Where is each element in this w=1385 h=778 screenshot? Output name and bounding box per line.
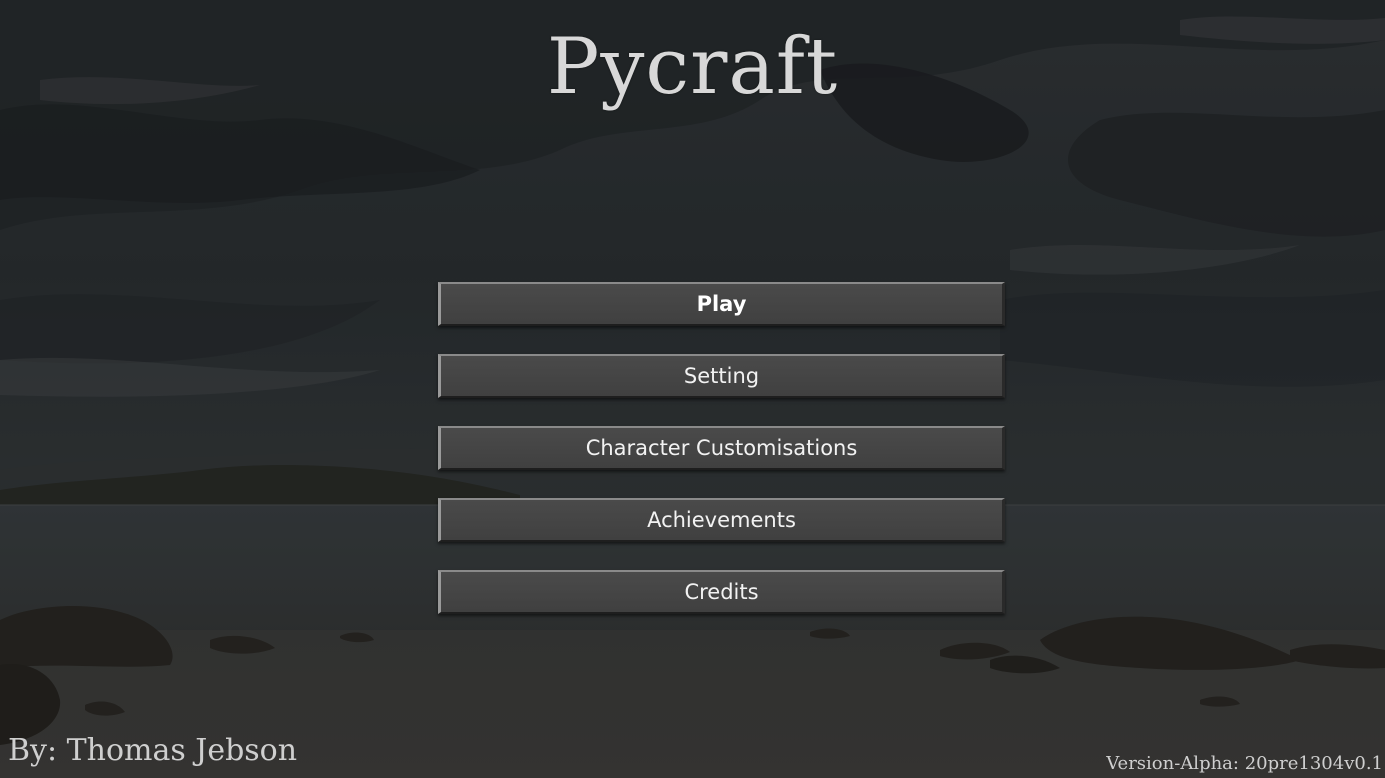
version-label: Version-Alpha: 20pre1304v0.1 [1106, 753, 1383, 774]
play-button[interactable]: Play [438, 282, 1005, 326]
main-menu: Play Setting Character Customisations Ac… [438, 282, 1005, 642]
setting-button[interactable]: Setting [438, 354, 1005, 398]
author-credit: By: Thomas Jebson [8, 733, 298, 768]
game-title: Pycraft [546, 22, 839, 112]
credits-button[interactable]: Credits [438, 570, 1005, 614]
main-menu-screen: Pycraft Play Setting Character Customisa… [0, 0, 1385, 778]
achievements-button[interactable]: Achievements [438, 498, 1005, 542]
character-customisations-button[interactable]: Character Customisations [438, 426, 1005, 470]
